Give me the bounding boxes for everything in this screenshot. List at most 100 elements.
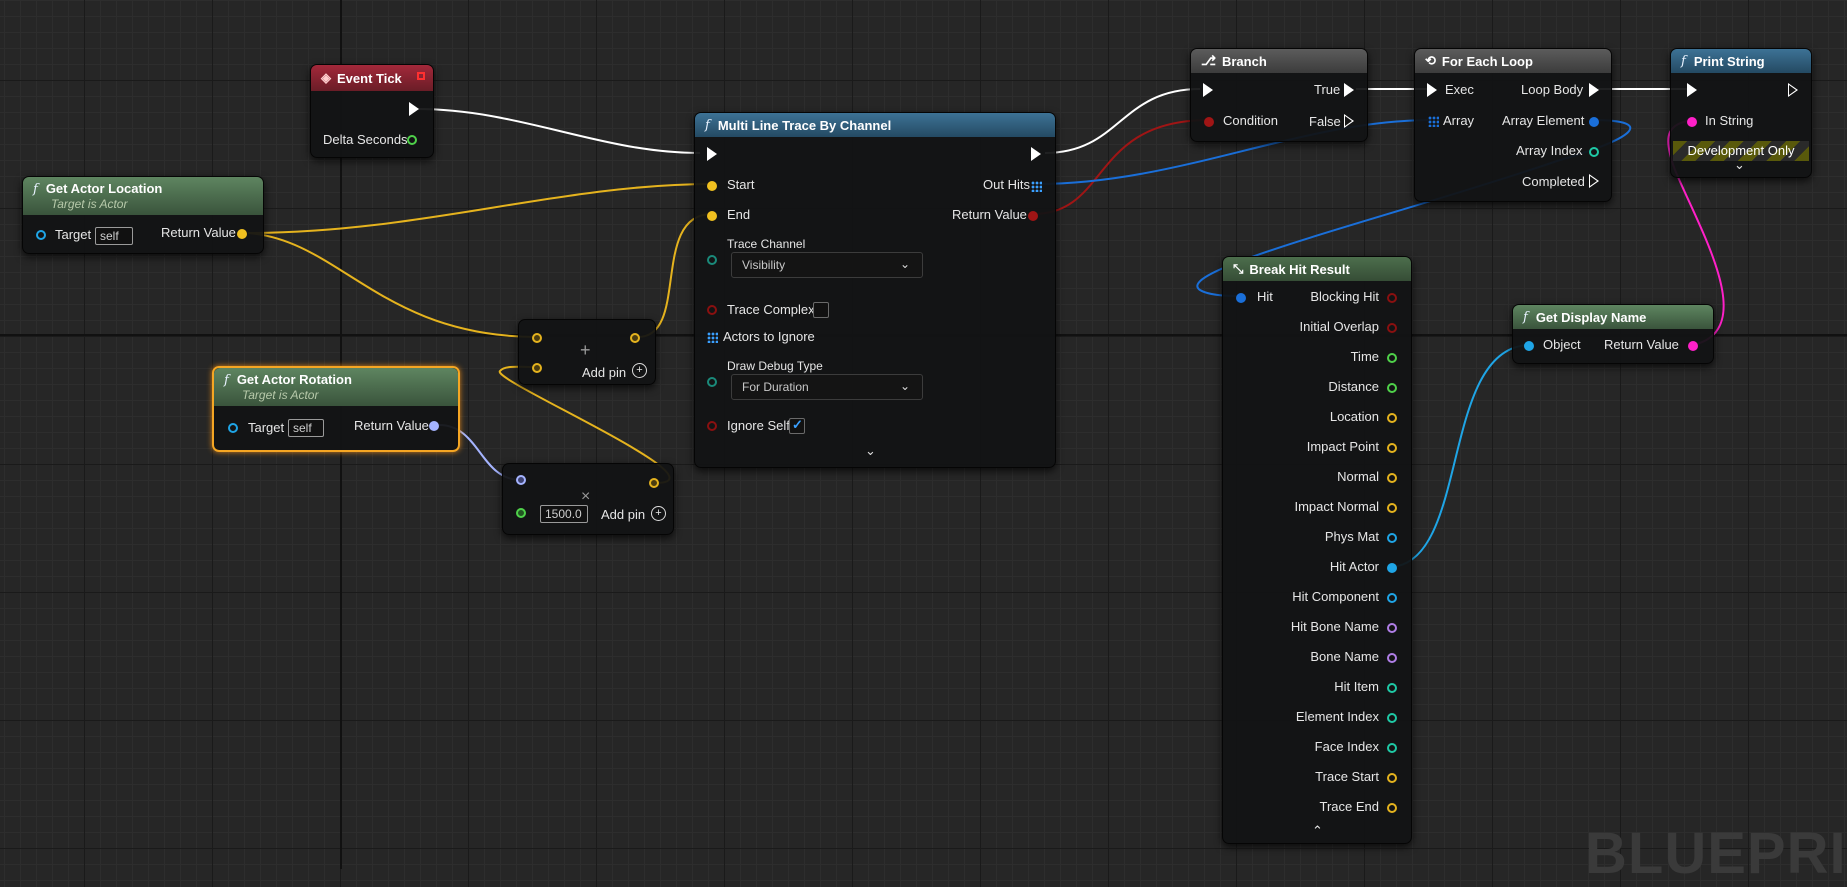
break-hit-output-pin[interactable] (1387, 653, 1397, 663)
break-hit-output-label: Hit Actor (1329, 559, 1379, 574)
ignore-self-pin[interactable] (707, 421, 717, 431)
array-element-pin[interactable] (1589, 117, 1599, 127)
delta-seconds-pin[interactable] (407, 135, 417, 145)
target-pin[interactable] (36, 230, 46, 240)
array-pin[interactable] (1428, 116, 1439, 127)
break-hit-output-pin[interactable] (1387, 713, 1397, 723)
node-branch[interactable]: ⎇ Branch True Condition False (1190, 48, 1368, 142)
draw-debug-type-dropdown[interactable]: For Duration ⌄ (731, 374, 923, 400)
node-header: ⎇ Branch (1191, 49, 1367, 73)
chevron-down-icon: ⌄ (899, 257, 910, 271)
object-pin[interactable] (1524, 341, 1534, 351)
node-title: For Each Loop (1441, 53, 1533, 69)
exec-in-pin[interactable] (707, 147, 717, 161)
node-print-string[interactable]: f Print String In String Development Onl… (1670, 48, 1812, 178)
expand-chevron-icon[interactable]: ⌄ (1734, 157, 1745, 173)
break-hit-output-pin[interactable] (1387, 383, 1397, 393)
add-input-a-pin[interactable] (532, 333, 542, 343)
loop-body-exec-pin[interactable] (1589, 83, 1599, 97)
wire-exec-trace-to-branch (1044, 88, 1201, 154)
multiply-input-b-pin[interactable] (516, 508, 526, 518)
break-hit-output-pin[interactable] (1387, 563, 1397, 573)
break-hit-output-pin[interactable] (1387, 353, 1397, 363)
wire-hitactor-to-object (1391, 344, 1529, 568)
node-multiply[interactable]: × 1500.0 Add pin + (502, 463, 674, 535)
add-pin-plus-icon[interactable]: + (651, 506, 666, 521)
break-hit-output-pin[interactable] (1387, 533, 1397, 543)
node-break-hit-result[interactable]: ⤡ Break Hit Result Hit Blocking Hit Initi… (1222, 256, 1412, 844)
trace-channel-dropdown[interactable]: Visibility ⌄ (731, 252, 923, 278)
break-hit-output-pin[interactable] (1387, 593, 1397, 603)
break-hit-output-pin[interactable] (1387, 293, 1397, 303)
condition-pin[interactable] (1204, 117, 1214, 127)
actors-to-ignore-array-pin[interactable] (707, 332, 718, 343)
break-hit-output-pin[interactable] (1387, 503, 1397, 513)
draw-debug-type-pin[interactable] (707, 377, 717, 387)
exec-in-pin[interactable] (1427, 83, 1437, 97)
collapse-chevron-icon[interactable]: ⌃ (1312, 823, 1323, 839)
wire-location-to-add (247, 232, 537, 338)
true-exec-out-pin[interactable] (1344, 83, 1354, 97)
exec-in-pin[interactable] (1203, 83, 1213, 97)
loop-icon: ⟲ (1425, 53, 1436, 68)
out-hits-label: Out Hits (983, 177, 1030, 192)
node-title: Get Actor Rotation (236, 372, 352, 387)
add-output-pin[interactable] (630, 333, 640, 343)
node-header: f Multi Line Trace By Channel (695, 113, 1055, 137)
ignore-self-checkbox[interactable]: ✓ (789, 417, 805, 434)
exec-in-pin[interactable] (1687, 83, 1697, 97)
false-exec-out-pin[interactable] (1344, 114, 1354, 128)
break-hit-output-pin[interactable] (1387, 623, 1397, 633)
target-pin[interactable] (228, 423, 238, 433)
exec-out-pin[interactable] (1031, 147, 1041, 161)
multiply-input-a-pin[interactable] (516, 475, 526, 485)
break-hit-output-label: Trace End (1319, 799, 1380, 814)
break-hit-output-pin[interactable] (1387, 473, 1397, 483)
node-title: Get Actor Location (45, 181, 163, 196)
start-pin[interactable] (707, 181, 717, 191)
node-for-each-loop[interactable]: ⟲ For Each Loop Exec Loop Body Array Arr… (1414, 48, 1612, 202)
node-header: f Print String (1671, 49, 1811, 73)
array-index-pin[interactable] (1589, 147, 1599, 157)
wire-location-to-start (247, 183, 713, 234)
node-get-display-name[interactable]: f Get Display Name Object Return Value (1512, 304, 1714, 364)
return-value-pin[interactable] (429, 421, 439, 431)
return-value-label: Return Value (161, 225, 236, 240)
hit-input-pin[interactable] (1236, 293, 1246, 303)
add-input-b-pin[interactable] (532, 363, 542, 373)
out-hits-array-pin[interactable] (1031, 181, 1042, 192)
delegate-pin-icon[interactable] (417, 72, 425, 80)
exec-out-pin[interactable] (409, 102, 419, 116)
node-get-actor-location[interactable]: f Get Actor Location Target is Actor Targ… (22, 176, 264, 254)
node-multi-line-trace[interactable]: f Multi Line Trace By Channel Start Out … (694, 112, 1056, 468)
break-hit-output-pin[interactable] (1387, 803, 1397, 813)
node-event-tick[interactable]: ◈ Event Tick Delta Seconds (310, 64, 434, 158)
trace-channel-pin[interactable] (707, 255, 717, 265)
trace-complex-checkbox[interactable] (813, 302, 829, 318)
add-pin-plus-icon[interactable]: + (632, 363, 647, 378)
break-hit-output-pin[interactable] (1387, 413, 1397, 423)
multiply-output-pin[interactable] (649, 478, 659, 488)
node-add-vector[interactable]: + Add pin + (518, 319, 656, 385)
node-header: f Get Actor Location Target is Actor (23, 177, 263, 215)
break-hit-output-label: Face Index (1314, 739, 1379, 754)
break-hit-output-label: Hit Item (1334, 679, 1379, 694)
break-hit-output-pin[interactable] (1387, 323, 1397, 333)
trace-complex-pin[interactable] (707, 305, 717, 315)
target-self-input[interactable]: self (288, 419, 324, 437)
exec-out-pin[interactable] (1788, 83, 1798, 97)
end-pin[interactable] (707, 211, 717, 221)
completed-exec-pin[interactable] (1589, 174, 1599, 188)
return-value-pin[interactable] (1688, 341, 1698, 351)
break-hit-output-pin[interactable] (1387, 743, 1397, 753)
break-hit-output-pin[interactable] (1387, 443, 1397, 453)
target-self-input[interactable]: self (95, 227, 133, 245)
break-hit-output-pin[interactable] (1387, 773, 1397, 783)
return-value-pin[interactable] (237, 229, 247, 239)
multiply-float-input[interactable]: 1500.0 (540, 505, 588, 523)
node-get-actor-rotation[interactable]: f Get Actor Rotation Target is Actor Targ… (212, 366, 460, 452)
break-hit-output-pin[interactable] (1387, 683, 1397, 693)
return-value-pin[interactable] (1028, 211, 1038, 221)
in-string-pin[interactable] (1687, 117, 1697, 127)
expand-chevron-icon[interactable]: ⌄ (865, 443, 876, 459)
